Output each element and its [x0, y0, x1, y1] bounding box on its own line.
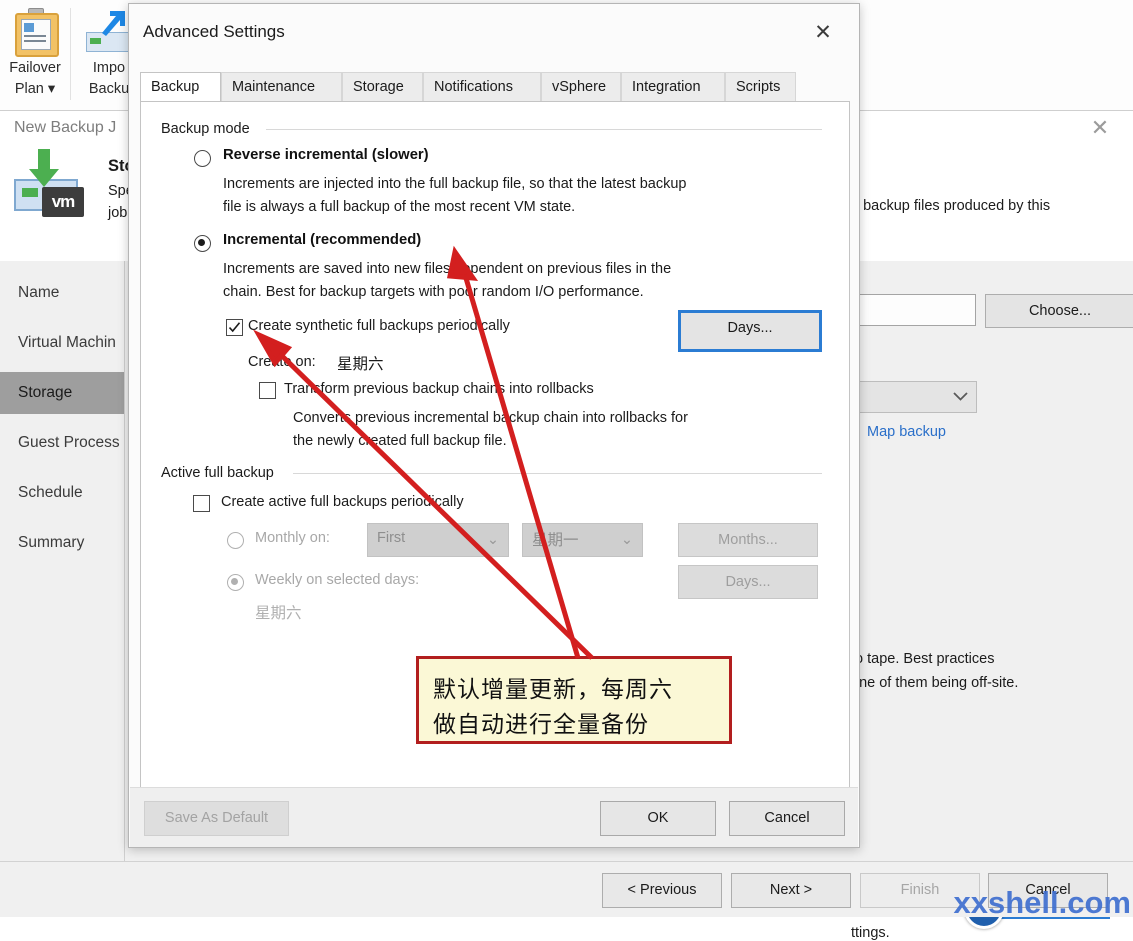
annotation-line2: 做自动进行全量备份	[433, 712, 649, 738]
tab-notifications[interactable]: Notifications	[423, 72, 541, 102]
radio-weekly-on-selected-days[interactable]	[227, 574, 244, 591]
synthetic-days-button[interactable]: Days...	[678, 310, 822, 352]
map-backup-link[interactable]: Map backup	[867, 424, 946, 440]
dialog-cancel-button[interactable]: Cancel	[729, 801, 845, 836]
tab-maintenance[interactable]: Maintenance	[221, 72, 342, 102]
failover-plan-icon	[12, 8, 59, 57]
radio-reverse-incremental[interactable]	[194, 150, 211, 167]
choose-button[interactable]: Choose...	[985, 294, 1133, 328]
ribbon-label-line1: Failover	[9, 60, 61, 76]
group-divider	[266, 129, 822, 130]
label-transform-rollbacks: Transform previous backup chains into ro…	[284, 381, 594, 397]
tab-backup[interactable]: Backup	[140, 72, 221, 102]
advanced-note-line2: ttings.	[851, 925, 890, 941]
sidebar-item-virtual-machines[interactable]: Virtual Machin	[0, 322, 124, 364]
ribbon-button-failover-plan[interactable]: Failover Plan ▾	[2, 4, 68, 104]
checkbox-create-active-full[interactable]	[193, 495, 210, 512]
active-full-group-label: Active full backup	[161, 465, 274, 481]
next-button[interactable]: Next >	[731, 873, 851, 908]
dialog-tabs: Backup Maintenance Storage Notifications…	[140, 72, 848, 102]
storage-vm-icon: vm	[14, 149, 92, 221]
dialog-title: Advanced Settings	[143, 22, 285, 41]
ok-button[interactable]: OK	[600, 801, 716, 836]
close-icon[interactable]: ✕	[1083, 115, 1117, 141]
monthly-weekday-value: 星期一	[532, 532, 579, 549]
tab-storage[interactable]: Storage	[342, 72, 423, 102]
close-icon[interactable]: ✕	[801, 16, 845, 50]
wizard-title: New Backup J	[14, 119, 117, 136]
wizard-step-sub2: job	[108, 205, 128, 221]
incremental-desc-line1: Increments are saved into new files depe…	[223, 261, 672, 277]
save-as-default-button: Save As Default	[144, 801, 289, 836]
sidebar-item-storage[interactable]: Storage	[0, 372, 124, 414]
sidebar-item-schedule[interactable]: Schedule	[0, 472, 124, 514]
months-button[interactable]: Months...	[678, 523, 818, 557]
chevron-down-icon: ⌄	[486, 532, 499, 548]
watermark: xxshell.com	[953, 885, 1131, 920]
sidebar-item-guest-processing[interactable]: Guest Process	[0, 422, 124, 464]
reverse-desc-line2: file is always a full backup of the most…	[223, 199, 576, 215]
value-create-on: 星期六	[337, 356, 384, 373]
label-create-synthetic-full: Create synthetic full backups periodical…	[248, 318, 510, 334]
chevron-down-icon: ⌄	[620, 532, 633, 548]
sidebar-item-name[interactable]: Name	[0, 272, 124, 314]
checkbox-create-synthetic-full[interactable]	[226, 319, 243, 336]
label-reverse-incremental: Reverse incremental (slower)	[223, 147, 429, 163]
label-incremental: Incremental (recommended)	[223, 232, 422, 248]
transform-desc-line1: Converts previous incremental backup cha…	[293, 410, 688, 426]
weekly-days-value: 星期六	[255, 605, 302, 622]
label-weekly-on-selected-days: Weekly on selected days:	[255, 572, 420, 588]
monthly-ordinal-combo[interactable]: First ⌄	[367, 523, 509, 557]
radio-incremental[interactable]	[194, 235, 211, 252]
import-backup-icon	[84, 8, 134, 54]
checkbox-transform-rollbacks[interactable]	[259, 382, 276, 399]
ribbon-label-line2: Plan ▾	[14, 81, 56, 97]
tab-vsphere[interactable]: vSphere	[541, 72, 621, 102]
label-create-active-full: Create active full backups periodically	[221, 494, 464, 510]
tab-scripts[interactable]: Scripts	[725, 72, 796, 102]
monthly-weekday-combo[interactable]: 星期一 ⌄	[522, 523, 643, 557]
ribbon-divider	[70, 8, 71, 100]
backup-mode-group-label: Backup mode	[161, 121, 250, 137]
tab-integration[interactable]: Integration	[621, 72, 725, 102]
dialog-footer: Save As Default OK Cancel	[130, 787, 858, 847]
tape-note-line2: one of them being off-site.	[851, 675, 1019, 691]
reverse-desc-line1: Increments are injected into the full ba…	[223, 176, 687, 192]
transform-desc-line2: the newly created full backup file.	[293, 433, 507, 449]
storage-description-text: e backup files produced by this	[851, 198, 1051, 214]
tape-note-line1: to tape. Best practices	[851, 651, 995, 667]
annotation-line1: 默认增量更新，每周六	[433, 677, 673, 703]
label-create-on: Create on:	[248, 354, 316, 370]
previous-button[interactable]: < Previous	[602, 873, 722, 908]
wizard-step-list: Name Virtual Machin Storage Guest Proces…	[0, 261, 124, 861]
label-monthly-on: Monthly on:	[255, 530, 330, 546]
sidebar-item-summary[interactable]: Summary	[0, 522, 124, 564]
group-divider	[293, 473, 822, 474]
annotation-note: 默认增量更新，每周六 做自动进行全量备份	[416, 656, 732, 744]
weekly-days-button[interactable]: Days...	[678, 565, 818, 599]
monthly-ordinal-value: First	[377, 530, 406, 546]
incremental-desc-line2: chain. Best for backup targets with poor…	[223, 284, 644, 300]
radio-monthly-on[interactable]	[227, 532, 244, 549]
vm-logo: vm	[42, 187, 84, 217]
